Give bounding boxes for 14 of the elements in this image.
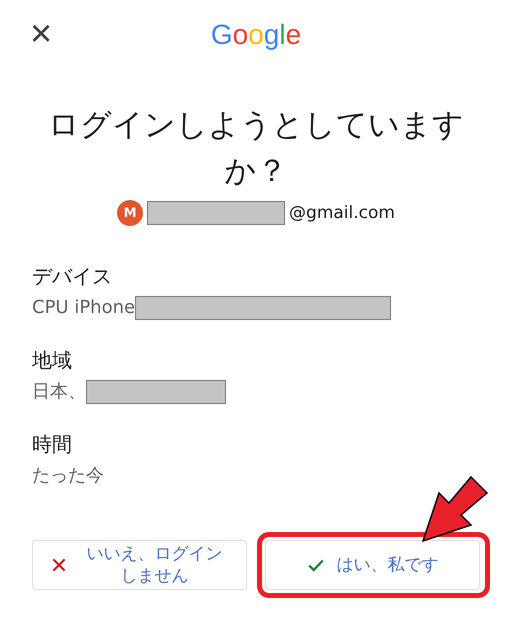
cross-icon (50, 556, 68, 574)
detail-label: 時間 (32, 431, 73, 458)
email-domain: @gmail.com (289, 203, 395, 223)
avatar: M (117, 200, 144, 226)
detail-label: デバイス (32, 263, 113, 290)
detail-value: 日本、 (32, 380, 86, 404)
action-button[interactable]: はい、私です (265, 540, 480, 590)
action-button[interactable]: いいえ、ログインしません (32, 540, 247, 590)
detail-label: 地域 (32, 347, 73, 374)
google-logo: Google (210, 19, 302, 51)
page-title: ログインしようとしていますか？ (47, 106, 465, 191)
detail-value: CPU iPhone (32, 296, 136, 320)
close-button[interactable]: × (24, 14, 58, 54)
detail-value: たった今 (32, 464, 104, 488)
